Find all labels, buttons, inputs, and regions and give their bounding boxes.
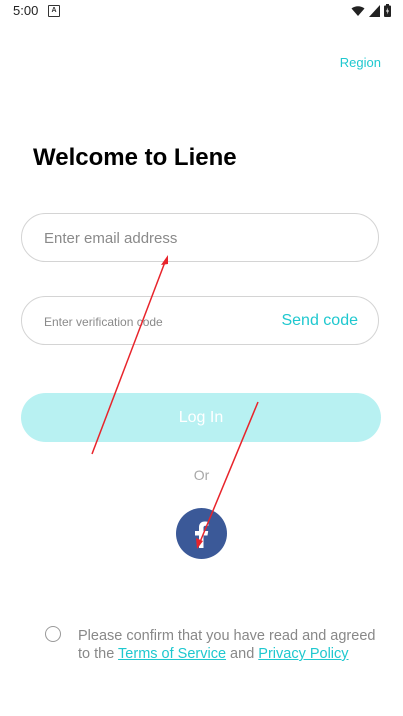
consent-checkbox[interactable] bbox=[45, 626, 61, 642]
or-divider: Or bbox=[193, 467, 210, 483]
annotation-arrows bbox=[91, 255, 259, 549]
facebook-icon bbox=[195, 521, 209, 548]
email-field[interactable] bbox=[21, 213, 379, 263]
status-bar: 5:00 A bbox=[0, 0, 403, 24]
battery-icon bbox=[384, 4, 391, 17]
send-code-button[interactable]: Send code bbox=[281, 312, 358, 330]
email-input[interactable] bbox=[42, 214, 356, 263]
verification-code-input[interactable] bbox=[42, 297, 266, 346]
status-time: 5:00 bbox=[13, 3, 39, 18]
privacy-policy-link[interactable]: Privacy Policy bbox=[258, 646, 348, 662]
consent-text-and: and bbox=[226, 646, 259, 662]
verification-code-field[interactable]: Send code bbox=[21, 296, 379, 346]
login-button[interactable]: Log In bbox=[21, 393, 381, 442]
facebook-login-button[interactable] bbox=[176, 508, 227, 559]
page-title: Welcome to Liene bbox=[33, 144, 237, 171]
terms-of-service-link[interactable]: Terms of Service bbox=[118, 646, 226, 662]
consent-text: Please confirm that you have read and ag… bbox=[78, 627, 378, 663]
signal-icon bbox=[369, 4, 380, 17]
wifi-icon bbox=[351, 5, 365, 16]
a-notification-icon: A bbox=[48, 5, 60, 17]
status-icons bbox=[351, 4, 391, 17]
region-link[interactable]: Region bbox=[340, 55, 381, 70]
